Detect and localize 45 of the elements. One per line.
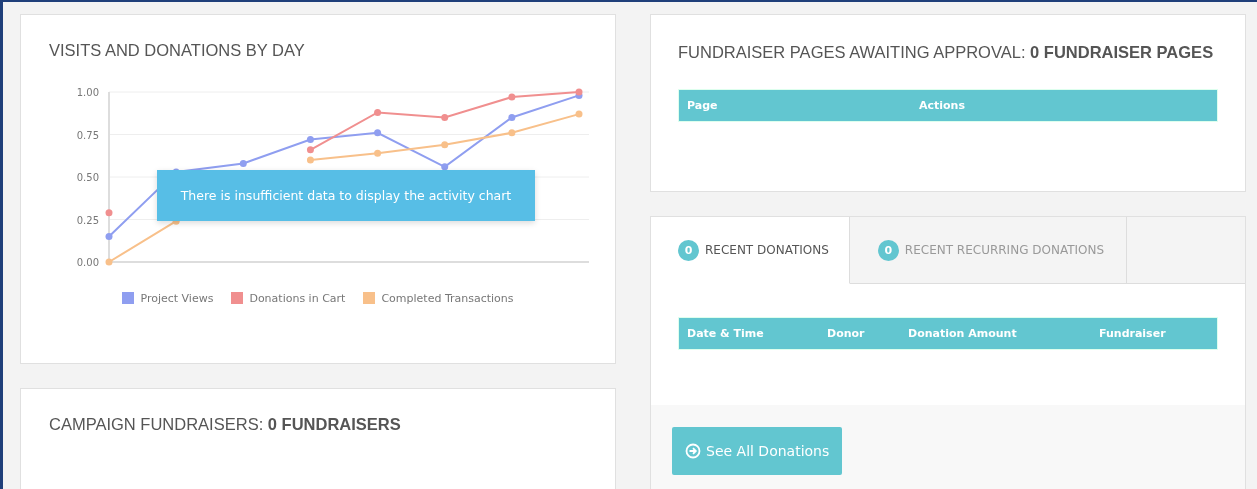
legend-label: Completed Transactions [381,291,514,305]
axis-tick-label: 0.25 [76,214,99,226]
legend-label: Donations in Cart [249,291,346,305]
axis-tick-label: 1.00 [76,86,99,98]
legend-swatch [231,292,244,305]
legend-swatch [122,292,135,305]
data-point [306,156,314,164]
count-badge: 0 [678,239,699,261]
data-point [508,93,516,101]
insufficient-data-notice: There is insufficient data to display the activity chart [157,169,535,221]
column-header: Donation Amount [907,327,1018,340]
data-point [374,129,382,137]
data-point [105,209,113,217]
legend-label: Project Views [140,291,214,305]
data-point [105,232,113,240]
data-point [508,129,516,137]
data-point [306,146,314,154]
data-point [441,113,449,121]
column-header: Donor [826,327,866,340]
axis-tick-label: 0.75 [76,129,99,141]
data-point [441,141,449,149]
data-point [374,149,382,157]
arrow-circle-icon [685,443,701,459]
data-point [306,136,314,144]
card-title: CAMPAIGN FUNDRAISERS: 0 FUNDRAISERS [49,415,402,434]
data-point [441,163,449,171]
column-header: Fundraiser [1098,327,1167,340]
data-point [239,159,247,167]
column-header: Actions [918,98,966,112]
tab-label: RECENT RECURRING DONATIONS [904,243,1105,257]
legend-swatch [363,292,376,305]
data-point [374,108,382,116]
tab-label: RECENT DONATIONS [705,243,829,257]
data-point [508,113,516,121]
card-title: FUNDRAISER PAGES AWAITING APPROVAL: 0 FUNDRAISER PAGES [678,43,1215,62]
axis-tick-label: 0.50 [76,171,99,183]
card-title: VISITS AND DONATIONS BY DAY [49,41,306,60]
data-point [575,110,583,118]
tab[interactable]: 0 RECENT RECURRING DONATIONS [849,217,1128,284]
axis-tick-label: 0.00 [76,256,99,268]
see-all-donations-button[interactable]: See All Donations [672,427,843,475]
data-point [105,258,113,266]
column-header: Page [686,98,719,112]
count-badge: 0 [877,239,899,261]
column-header: Date & Time [686,327,765,340]
